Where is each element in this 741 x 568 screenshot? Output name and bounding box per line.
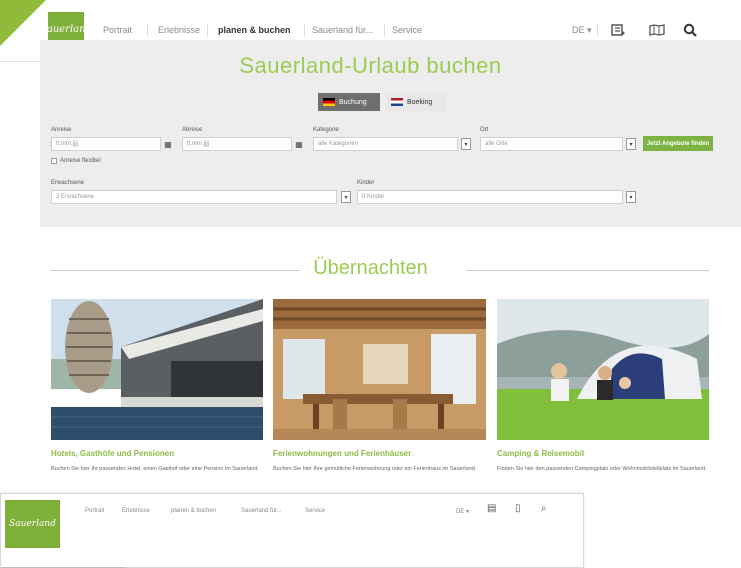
- hotel-image[interactable]: [51, 299, 263, 440]
- nav-item-sauerland-fuer[interactable]: Sauerland für...: [312, 25, 373, 35]
- nav-item-planen-buchen[interactable]: planen & buchen: [171, 508, 216, 514]
- nav-divider: [597, 24, 598, 36]
- nav-item-sauerland-fuer[interactable]: Sauerland für...: [241, 508, 282, 514]
- tab-label: Buchung: [339, 98, 367, 106]
- nav-item-service[interactable]: Service: [392, 25, 422, 35]
- chevron-down-icon[interactable]: ▾: [626, 191, 636, 203]
- chevron-down-icon[interactable]: ▾: [341, 191, 351, 203]
- map-icon[interactable]: [645, 18, 669, 42]
- card-text-camping: Finden Sie hier den passenden Campingpla…: [497, 466, 707, 472]
- location-label: Ort: [480, 127, 489, 133]
- language-selector[interactable]: DE ▾: [456, 508, 469, 515]
- nav-item-portrait[interactable]: Portrait: [85, 508, 104, 514]
- tab-buchung[interactable]: Buchung: [318, 93, 380, 111]
- nav-item-service[interactable]: Service: [305, 508, 325, 514]
- notepad-icon[interactable]: ▤: [487, 503, 496, 514]
- language-selector[interactable]: DE ▾: [572, 25, 592, 36]
- arrival-label: Anreise: [51, 127, 72, 133]
- card-title-holiday-homes[interactable]: Ferienwohnungen und Ferienhäuser: [273, 449, 411, 458]
- category-select[interactable]: alle Kategorien: [313, 137, 458, 151]
- search-offers-button[interactable]: Jetzt Angebote finden: [643, 136, 713, 151]
- calendar-icon[interactable]: ▦: [163, 139, 173, 149]
- card-text-hotels: Buchen Sie hier Ihr passendes Hotel, ein…: [51, 466, 259, 472]
- german-flag-icon: [323, 98, 335, 106]
- tab-label: Boeking: [407, 98, 433, 106]
- notepad-icon[interactable]: [606, 18, 630, 42]
- camping-image[interactable]: [497, 299, 709, 440]
- card-title-camping[interactable]: Camping & Reisemobil: [497, 449, 584, 458]
- nav-divider: [304, 24, 305, 36]
- holiday-home-image[interactable]: [273, 299, 486, 440]
- nav-item-planen-buchen[interactable]: planen & buchen: [218, 25, 291, 35]
- children-label: Kinder: [357, 180, 375, 186]
- flexible-label: Anreise flexibel: [60, 158, 101, 164]
- nav-divider: [207, 24, 208, 36]
- search-icon[interactable]: [678, 18, 702, 42]
- nav-divider: [147, 24, 148, 36]
- tab-boeking[interactable]: Boeking: [386, 93, 446, 111]
- chevron-down-icon[interactable]: ▾: [461, 138, 471, 150]
- flexible-checkbox[interactable]: [51, 158, 57, 164]
- chevron-down-icon: ▾: [587, 25, 592, 35]
- sauerland-logo[interactable]: Sauerland: [5, 500, 60, 548]
- corner-ribbon: [0, 0, 46, 46]
- dutch-flag-icon: [391, 98, 403, 106]
- search-icon[interactable]: ⌕: [541, 503, 547, 514]
- location-select[interactable]: alle Orte: [480, 137, 623, 151]
- section-title: Übernachten: [313, 257, 428, 279]
- language-label: DE: [456, 509, 465, 515]
- language-label: DE: [572, 25, 585, 35]
- guests-label: Erwachsene: [51, 180, 85, 186]
- card-text-holiday-homes: Buchen Sie hier Ihre gemütliche Ferienwo…: [273, 466, 477, 472]
- map-icon[interactable]: ▯: [515, 503, 521, 514]
- children-select[interactable]: 0 Kinder: [357, 190, 623, 204]
- sticky-header-overlay: Sauerland Portrait Erlebnisse planen & b…: [0, 493, 584, 568]
- departure-date-input[interactable]: tt.mm.jjjj: [182, 137, 292, 151]
- nav-divider: [384, 24, 385, 36]
- arrival-date-input[interactable]: tt.mm.jjjj: [51, 137, 161, 151]
- booking-title: Sauerland-Urlaub buchen: [239, 53, 502, 78]
- calendar-icon[interactable]: ▦: [294, 139, 304, 149]
- category-label: Kategorie: [313, 127, 339, 133]
- guests-select[interactable]: 2 Erwachsene: [51, 190, 337, 204]
- nav-item-portrait[interactable]: Portrait: [103, 25, 132, 35]
- nav-item-erlebnisse[interactable]: Erlebnisse: [122, 508, 150, 514]
- departure-label: Abreise: [182, 127, 203, 133]
- card-title-hotels[interactable]: Hotels, Gasthöfe und Pensionen: [51, 449, 174, 458]
- chevron-down-icon[interactable]: ▾: [626, 138, 636, 150]
- nav-item-erlebnisse[interactable]: Erlebnisse: [158, 25, 200, 35]
